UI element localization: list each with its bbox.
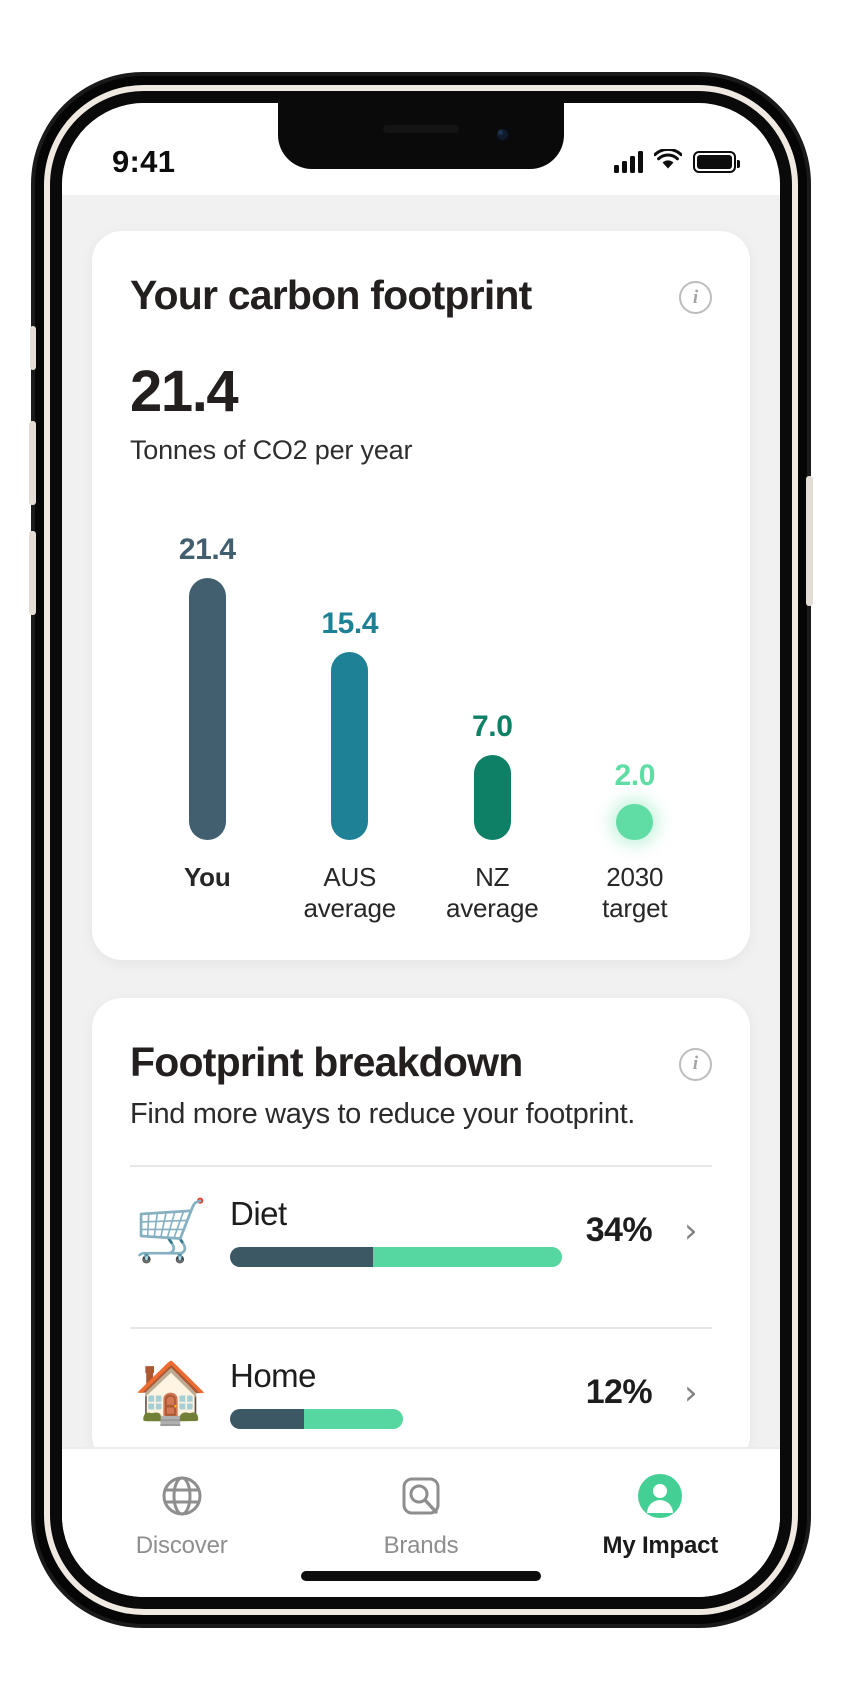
tab-label: My Impact bbox=[602, 1532, 719, 1559]
wifi-icon bbox=[653, 147, 683, 176]
notch bbox=[278, 103, 564, 169]
phone-screen: 9:41 Your carbon footprint i 21.4 Tonnes… bbox=[62, 103, 780, 1597]
progress-bar bbox=[230, 1246, 562, 1267]
tab-label: Discover bbox=[135, 1532, 228, 1559]
house-icon: 🏠 bbox=[133, 1357, 209, 1428]
breakdown-row-body: Diet bbox=[230, 1195, 562, 1267]
bar-chart-axis-labels: You AUS average NZ average 2030 target bbox=[130, 862, 712, 923]
bar-category-label: AUS average bbox=[303, 862, 397, 923]
bar-value-label: 2.0 bbox=[614, 759, 655, 793]
breakdown-percent: 34% bbox=[585, 1211, 653, 1250]
bar bbox=[331, 651, 369, 841]
breakdown-row-list: 🛒 Diet 34% › 🏠 Home 12% › bbox=[130, 1164, 712, 1447]
breakdown-title: Footprint breakdown bbox=[130, 1038, 523, 1085]
status-indicators bbox=[614, 147, 740, 176]
breakdown-row[interactable]: 🏠 Home 12% › bbox=[130, 1329, 712, 1447]
volume-down-button[interactable] bbox=[29, 531, 36, 615]
total-footprint-value: 21.4 bbox=[130, 359, 239, 425]
power-button[interactable] bbox=[806, 476, 813, 606]
bar-column: 2.0 bbox=[579, 510, 691, 841]
bar-column: 15.4 bbox=[294, 510, 406, 841]
breakdown-row-body: Home bbox=[230, 1357, 562, 1429]
bar-category-label: NZ average bbox=[445, 862, 539, 923]
total-footprint-unit: Tonnes of CO2 per year bbox=[130, 435, 413, 466]
breakdown-percent: 12% bbox=[585, 1373, 653, 1412]
bar-value-label: 15.4 bbox=[321, 606, 379, 640]
progress-bar-fill bbox=[230, 1408, 305, 1429]
carbon-footprint-card: Your carbon footprint i 21.4 Tonnes of C… bbox=[92, 231, 750, 960]
chevron-right-icon[interactable]: › bbox=[684, 1214, 712, 1248]
earpiece-speaker bbox=[383, 125, 459, 133]
bar bbox=[473, 754, 511, 841]
bar-column: 7.0 bbox=[436, 510, 548, 841]
breakdown-category-name: Home bbox=[230, 1356, 317, 1394]
tab-brands[interactable]: Brands bbox=[301, 1471, 540, 1560]
volume-up-button[interactable] bbox=[29, 421, 36, 505]
progress-bar-remainder bbox=[372, 1246, 562, 1267]
info-icon[interactable]: i bbox=[679, 1047, 712, 1081]
app-body: Your carbon footprint i 21.4 Tonnes of C… bbox=[62, 195, 780, 1597]
breakdown-subtitle: Find more ways to reduce your footprint. bbox=[130, 1097, 636, 1130]
home-indicator[interactable] bbox=[301, 1571, 541, 1581]
progress-bar-remainder bbox=[304, 1408, 403, 1429]
cellular-signal-icon bbox=[614, 151, 643, 173]
battery-icon bbox=[693, 151, 740, 173]
bar-value-label: 7.0 bbox=[471, 709, 513, 743]
breakdown-card-header: Footprint breakdown i bbox=[130, 1038, 712, 1085]
front-camera bbox=[495, 127, 510, 142]
comparison-bar-chart: 21.4 15.4 7.0 2.0 bbox=[130, 510, 712, 841]
page-title: Your carbon footprint bbox=[130, 272, 532, 318]
brand-search-icon bbox=[398, 1471, 444, 1521]
progress-bar-fill bbox=[230, 1246, 373, 1267]
phone-frame: 9:41 Your carbon footprint i 21.4 Tonnes… bbox=[29, 76, 813, 1624]
status-time: 9:41 bbox=[112, 144, 176, 179]
person-avatar-icon bbox=[636, 1471, 684, 1521]
bar bbox=[188, 578, 226, 841]
bar-column: 21.4 bbox=[151, 510, 263, 841]
breakdown-category-name: Diet bbox=[230, 1194, 287, 1232]
breakdown-row[interactable]: 🛒 Diet 34% › bbox=[130, 1167, 712, 1293]
footprint-breakdown-card: Footprint breakdown i Find more ways to … bbox=[92, 997, 750, 1447]
progress-bar bbox=[230, 1408, 403, 1429]
bar-value-label: 21.4 bbox=[178, 533, 236, 567]
groceries-icon: 🛒 bbox=[133, 1195, 209, 1266]
info-icon[interactable]: i bbox=[679, 281, 712, 314]
tab-my-impact[interactable]: My Impact bbox=[541, 1471, 780, 1560]
screenshot-stage: 9:41 Your carbon footprint i 21.4 Tonnes… bbox=[0, 0, 842, 1700]
chevron-right-icon[interactable]: › bbox=[684, 1376, 712, 1410]
carbon-card-header: Your carbon footprint i bbox=[130, 273, 712, 317]
tab-label: Brands bbox=[383, 1532, 459, 1559]
silent-switch[interactable] bbox=[30, 326, 36, 370]
globe-icon bbox=[159, 1471, 205, 1521]
tab-discover[interactable]: Discover bbox=[62, 1471, 301, 1560]
bar-category-label: 2030 target bbox=[602, 862, 668, 923]
bar bbox=[616, 804, 654, 841]
scroll-area[interactable]: Your carbon footprint i 21.4 Tonnes of C… bbox=[62, 195, 780, 1447]
bar-category-label: You bbox=[183, 862, 231, 893]
